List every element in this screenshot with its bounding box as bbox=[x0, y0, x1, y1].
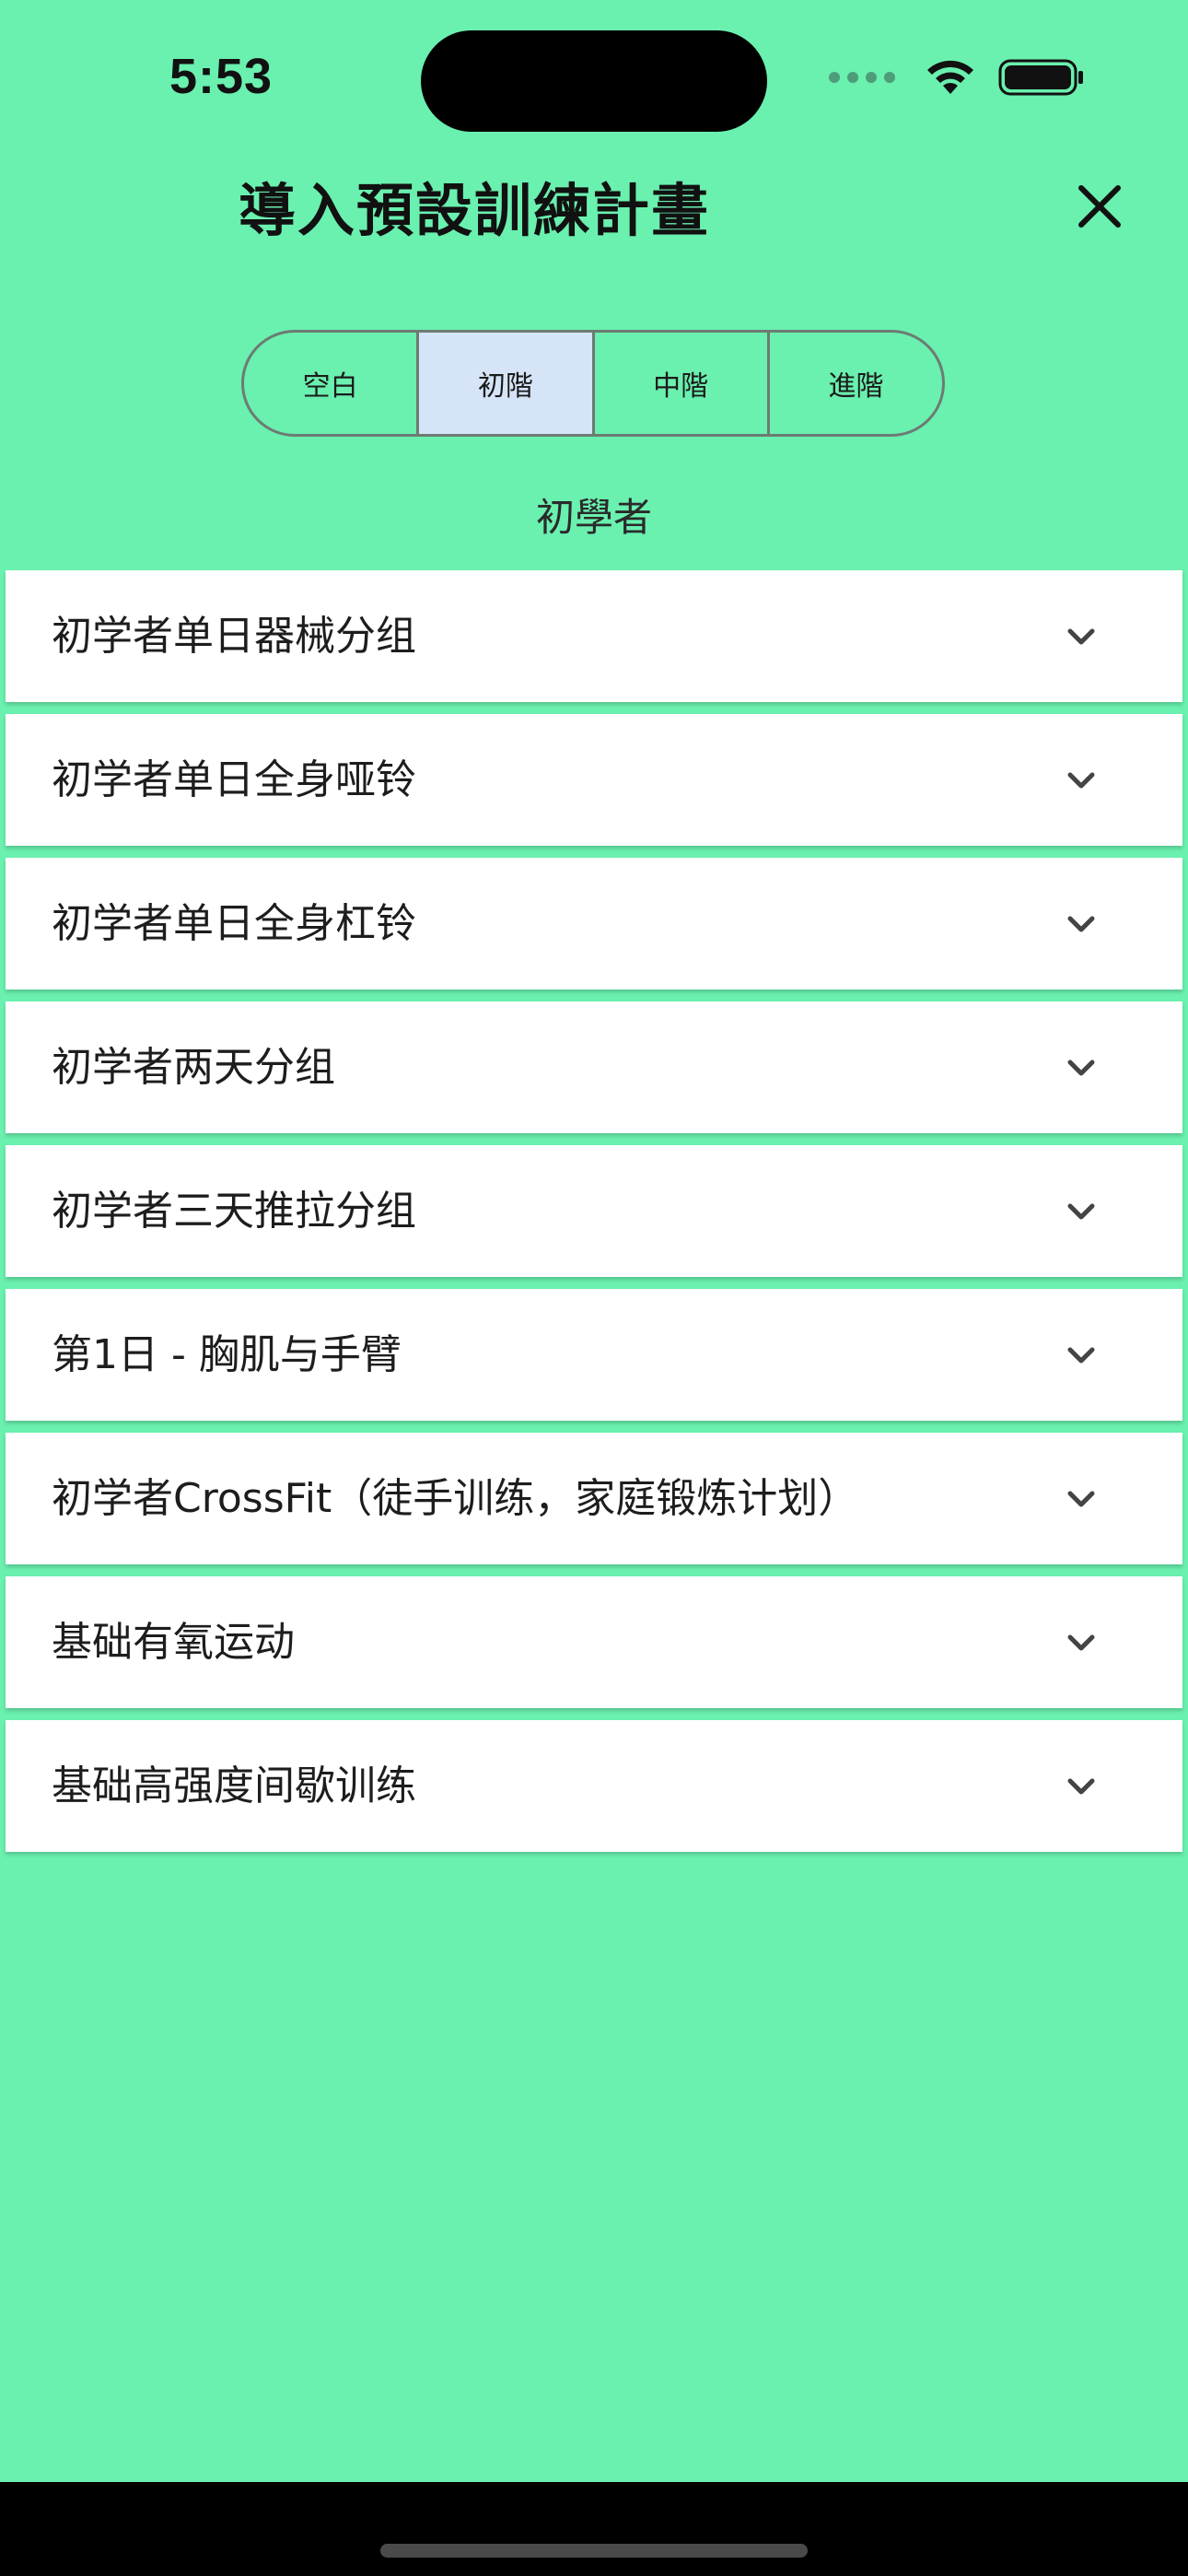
dynamic-island bbox=[421, 30, 767, 132]
level-segmented-control: 空白 初階 中階 進階 bbox=[241, 330, 945, 437]
plan-label: 基础高强度间歇训练 bbox=[52, 1762, 416, 1809]
status-time: 5:53 bbox=[169, 49, 274, 104]
plan-label: 初学者两天分组 bbox=[52, 1044, 335, 1091]
level-heading: 初學者 bbox=[535, 495, 652, 540]
chevron-down-icon[interactable] bbox=[1065, 1770, 1098, 1803]
chevron-down-icon[interactable] bbox=[1065, 764, 1098, 797]
chevron-down-icon[interactable] bbox=[1065, 907, 1098, 941]
chevron-down-icon[interactable] bbox=[1065, 1626, 1098, 1659]
plan-label: 基础有氧运动 bbox=[52, 1619, 295, 1666]
plan-item[interactable]: 初学者单日全身哑铃 bbox=[6, 714, 1182, 846]
plan-item[interactable]: 初学者两天分组 bbox=[6, 1001, 1182, 1133]
chevron-down-icon[interactable] bbox=[1065, 1051, 1098, 1084]
tab-advanced[interactable]: 進階 bbox=[770, 333, 942, 434]
plan-label: 第1日 - 胸肌与手臂 bbox=[52, 1331, 402, 1378]
plan-label: 初学者三天推拉分组 bbox=[52, 1188, 416, 1235]
wifi-icon bbox=[927, 60, 973, 94]
tab-intermediate[interactable]: 中階 bbox=[595, 333, 770, 434]
tab-beginner[interactable]: 初階 bbox=[419, 333, 595, 434]
status-bar: 5:53 bbox=[0, 0, 1188, 157]
chevron-down-icon[interactable] bbox=[1065, 1339, 1098, 1372]
signal-dots-icon bbox=[829, 72, 895, 83]
close-button[interactable] bbox=[1068, 175, 1131, 238]
chevron-down-icon[interactable] bbox=[1065, 620, 1098, 653]
plan-label: 初学者单日全身哑铃 bbox=[52, 756, 416, 803]
home-indicator[interactable] bbox=[380, 2544, 808, 2558]
plan-item[interactable]: 基础有氧运动 bbox=[6, 1576, 1182, 1708]
chevron-down-icon[interactable] bbox=[1065, 1482, 1098, 1516]
tab-blank[interactable]: 空白 bbox=[244, 333, 420, 434]
page-title: 導入預設訓練計畫 bbox=[238, 177, 710, 244]
close-icon bbox=[1078, 185, 1121, 228]
plan-item[interactable]: 基础高强度间歇训练 bbox=[6, 1720, 1182, 1852]
plan-label: 初学者单日器械分组 bbox=[52, 613, 416, 660]
plan-item[interactable]: 初学者三天推拉分组 bbox=[6, 1145, 1182, 1277]
plan-item[interactable]: 第1日 - 胸肌与手臂 bbox=[6, 1289, 1182, 1421]
plan-item[interactable]: 初学者单日器械分组 bbox=[6, 570, 1182, 702]
plan-item[interactable]: 初学者CrossFit（徒手训练，家庭锻炼计划） bbox=[6, 1433, 1182, 1564]
plan-label: 初学者CrossFit（徒手训练，家庭锻炼计划） bbox=[52, 1475, 859, 1522]
chevron-down-icon[interactable] bbox=[1065, 1195, 1098, 1228]
bottom-bar bbox=[0, 2482, 1188, 2576]
plan-item[interactable]: 初学者单日全身杠铃 bbox=[6, 858, 1182, 989]
battery-icon bbox=[998, 59, 1083, 96]
plan-label: 初学者单日全身杠铃 bbox=[52, 900, 416, 947]
status-icons bbox=[829, 57, 1085, 98]
plan-list: 初学者单日器械分组 初学者单日全身哑铃 初学者单日全身杠铃 初学者两天分组 初学… bbox=[6, 570, 1182, 1864]
